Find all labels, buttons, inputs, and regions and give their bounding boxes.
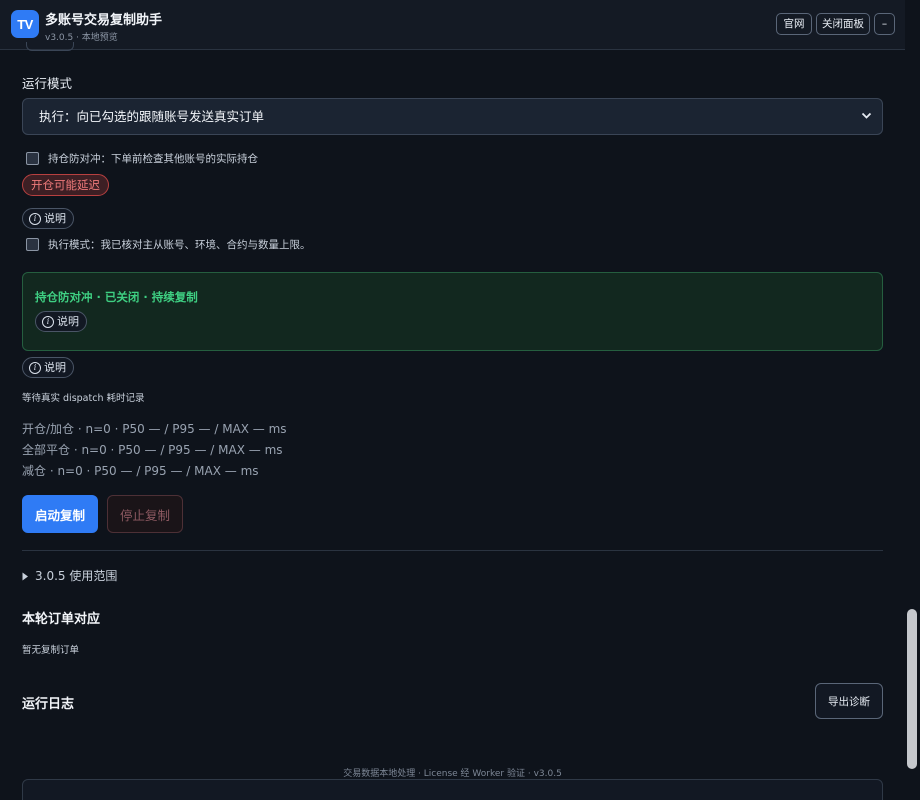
info-button-label: 说明 xyxy=(44,361,66,374)
run-mode-select[interactable]: 执行：向已勾选的跟随账号发送真实订单 xyxy=(22,98,883,135)
footer-note: 交易数据本地处理 · License 经 Worker 验证 · v3.0.5 xyxy=(343,769,562,779)
anti-hedge-checkbox[interactable] xyxy=(26,152,39,165)
triangle-right-icon xyxy=(22,566,29,585)
exec-confirm-label: 执行模式：我已核对主从账号、环境、合约与数量上限。 xyxy=(48,239,311,251)
status-info-button[interactable]: i 说明 xyxy=(35,311,87,332)
section-divider xyxy=(22,550,883,551)
header-bar: TV 多账号交易复制助手 v3.0.5 · 本地预览 官网 关闭面板 – xyxy=(0,0,905,50)
orders-section-title: 本轮订单对应 xyxy=(22,612,101,627)
chevron-down-icon xyxy=(861,99,872,148)
start-copy-button[interactable]: 启动复制 xyxy=(22,495,98,533)
scrolled-element-edge xyxy=(26,42,74,51)
latency-waiting-text: 等待真实 dispatch 耗时记录 xyxy=(22,393,145,404)
run-mode-selected-value: 执行：向已勾选的跟随账号发送真实订单 xyxy=(39,109,265,124)
anti-hedge-label: 持仓防对冲：下单前检查其他账号的实际持仓 xyxy=(48,153,258,165)
scope-toggle[interactable]: 3.0.5 使用范围 xyxy=(22,566,117,585)
run-mode-label: 运行模式 xyxy=(22,76,73,91)
app-frame: TV 多账号交易复制助手 v3.0.5 · 本地预览 官网 关闭面板 – 运行模… xyxy=(0,0,920,800)
website-button[interactable]: 官网 xyxy=(776,13,812,35)
anti-hedge-status-title: 持仓防对冲 · 已关闭 · 持续复制 xyxy=(35,290,198,304)
log-section-title: 运行日志 xyxy=(22,697,75,712)
app-title: 多账号交易复制助手 xyxy=(45,13,163,28)
info-button-label: 说明 xyxy=(44,212,66,225)
exec-confirm-checkbox[interactable] xyxy=(26,238,39,251)
latency-row-close-all: 全部平仓 · n=0 · P50 — / P95 — / MAX — ms xyxy=(22,443,283,457)
info-button[interactable]: i 说明 xyxy=(22,208,74,229)
latency-row-open: 开仓/加仓 · n=0 · P50 — / P95 — / MAX — ms xyxy=(22,422,287,436)
scope-toggle-label: 3.0.5 使用范围 xyxy=(35,569,118,583)
latency-info-button[interactable]: i 说明 xyxy=(22,357,74,378)
open-delay-warning-badge: 开仓可能延迟 xyxy=(22,174,109,196)
log-output-box[interactable] xyxy=(22,779,883,800)
close-panel-button[interactable]: 关闭面板 xyxy=(816,13,870,35)
scrollbar-thumb[interactable] xyxy=(907,609,917,769)
latency-row-reduce: 减仓 · n=0 · P50 — / P95 — / MAX — ms xyxy=(22,464,259,478)
orders-empty-text: 暂无复制订单 xyxy=(22,645,80,656)
info-icon: i xyxy=(42,315,54,328)
info-icon: i xyxy=(29,361,41,374)
export-diagnostics-button[interactable]: 导出诊断 xyxy=(815,683,883,719)
info-icon: i xyxy=(29,212,41,225)
app-logo: TV xyxy=(11,10,39,38)
anti-hedge-status-box xyxy=(22,272,883,351)
stop-copy-button[interactable]: 停止复制 xyxy=(107,495,183,533)
info-button-label: 说明 xyxy=(57,315,79,328)
minimize-button[interactable]: – xyxy=(874,13,895,35)
